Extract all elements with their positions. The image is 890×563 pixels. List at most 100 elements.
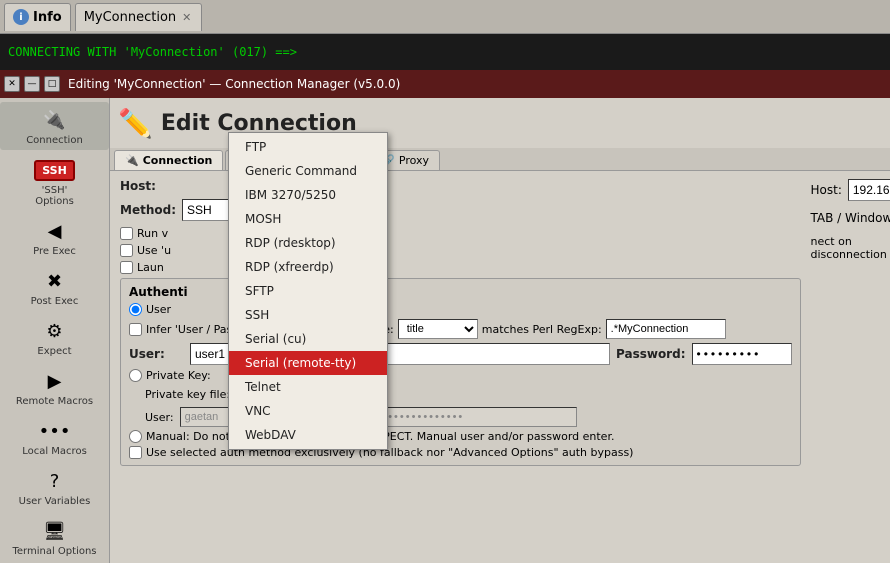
- tab-window-label: TAB / Window Title:: [811, 211, 890, 225]
- dropdown-item-rdp-xfreerdp[interactable]: RDP (xfreerdp): [229, 255, 387, 279]
- launch-checkbox[interactable]: [120, 261, 133, 274]
- ssh-icon: SSH: [41, 156, 69, 184]
- sidebar-item-user-variables[interactable]: ? User Variables: [0, 463, 109, 511]
- dropdown-item-vnc[interactable]: VNC: [229, 399, 387, 423]
- tab-info-label: Info: [33, 10, 62, 25]
- connection-tabs-row: 🔌 Connection Advanced Parameters 🔗 Proxy: [110, 148, 890, 171]
- dropdown-item-serial-cu[interactable]: Serial (cu): [229, 327, 387, 351]
- dropdown-item-rdp-rdesktop[interactable]: RDP (rdesktop): [229, 231, 387, 255]
- dropdown-item-telnet[interactable]: Telnet: [229, 375, 387, 399]
- remote-macros-icon: ▶: [41, 367, 69, 395]
- sidebar-item-post-exec[interactable]: ✖ Post Exec: [0, 263, 109, 311]
- user-label: User:: [129, 347, 184, 361]
- connection-tab-icon: 🔌: [125, 154, 139, 167]
- expect-icon: ⚙: [41, 317, 69, 345]
- pk-file-label: Private key file:: [145, 388, 230, 401]
- post-exec-icon: ✖: [41, 267, 69, 295]
- sidebar-item-pre-exec[interactable]: ◀ Pre Exec: [0, 213, 109, 261]
- window-titlebar: ✕ — □ Editing 'MyConnection' — Connectio…: [0, 70, 890, 98]
- method-row: Method:: [120, 199, 801, 221]
- window-min-btn[interactable]: —: [24, 76, 40, 92]
- dropdown-item-ftp[interactable]: FTP: [229, 135, 387, 159]
- tab-window-line: TAB / Window Title:: [811, 207, 890, 229]
- method-label: Method:: [120, 203, 176, 217]
- sidebar-item-local-macros[interactable]: ••• Local Macros: [0, 413, 109, 461]
- launch-label: Laun: [137, 261, 164, 274]
- launch-row: Laun: [120, 261, 801, 274]
- dropdown-item-ssh[interactable]: SSH: [229, 303, 387, 327]
- local-macros-icon: •••: [41, 417, 69, 445]
- pre-exec-icon: ◀: [41, 217, 69, 245]
- proxy-tab-label: Proxy: [399, 154, 429, 167]
- dropdown-item-webdav[interactable]: WebDAV: [229, 423, 387, 447]
- use-selected-checkbox[interactable]: [129, 446, 142, 459]
- host-label: Host:: [120, 179, 175, 193]
- radio-private-key[interactable]: [129, 369, 142, 382]
- sidebar-label-connection: Connection: [26, 135, 83, 146]
- use-label: Use 'u: [137, 244, 171, 257]
- sidebar-label-remote-macros: Remote Macros: [16, 396, 93, 407]
- run-v-row: Run v: [120, 227, 801, 240]
- right-panel: ✏️ Edit Connection 🔌 Connection Advanced…: [110, 98, 890, 563]
- terminal-text: CONNECTING WITH 'MyConnection' (017) ==>: [8, 45, 297, 59]
- tab-connection-label: MyConnection: [84, 10, 176, 25]
- method-dropdown: FTP Generic Command IBM 3270/5250 MOSH R…: [228, 132, 388, 450]
- tab-info[interactable]: i Info: [4, 3, 71, 31]
- sidebar-item-expect[interactable]: ⚙ Expect: [0, 313, 109, 361]
- window-close-btn[interactable]: ✕: [4, 76, 20, 92]
- infer-select[interactable]: title: [398, 319, 478, 339]
- dropdown-item-serial-remote-tty[interactable]: Serial (remote-tty): [229, 351, 387, 375]
- dropdown-item-generic-command[interactable]: Generic Command: [229, 159, 387, 183]
- terminal-area: CONNECTING WITH 'MyConnection' (017) ==>: [0, 34, 890, 70]
- sidebar-label-pre-exec: Pre Exec: [33, 246, 76, 257]
- radio-user[interactable]: [129, 303, 142, 316]
- host-tab-section: Host: TAB / Window Title: nect on discon…: [811, 179, 890, 261]
- password-input[interactable]: [692, 343, 792, 365]
- private-key-label: Private Key:: [146, 369, 211, 382]
- pk-user-label: User:: [145, 411, 174, 424]
- connection-icon: 🔌: [41, 106, 69, 134]
- tab-connection-tab[interactable]: 🔌 Connection: [114, 150, 223, 170]
- tab-bar: i Info MyConnection ✕: [0, 0, 890, 34]
- dropdown-item-mosh[interactable]: MOSH: [229, 207, 387, 231]
- use-label-row: Use 'u: [120, 244, 801, 257]
- use-checkbox[interactable]: [120, 244, 133, 257]
- sidebar-label-local-macros: Local Macros: [22, 446, 87, 457]
- sidebar-item-connection[interactable]: 🔌 Connection: [0, 102, 109, 150]
- sidebar-label-terminal-options: Terminal Options: [12, 546, 96, 557]
- conn-content: Host: Method: Run v Use 'u: [110, 171, 890, 563]
- sidebar-label-expect: Expect: [37, 346, 71, 357]
- edit-header: ✏️ Edit Connection: [110, 98, 890, 148]
- host-right-label: Host:: [811, 183, 842, 197]
- right-col: Host: TAB / Window Title: nect on discon…: [801, 179, 890, 466]
- tab-connection-close[interactable]: ✕: [180, 11, 193, 24]
- run-v-checkbox[interactable]: [120, 227, 133, 240]
- sidebar-label-user-variables: User Variables: [19, 496, 91, 507]
- left-col: Host: Method: Run v Use 'u: [120, 179, 801, 466]
- password-label: Password:: [616, 347, 686, 361]
- host-input[interactable]: [848, 179, 890, 201]
- pk-passphrase-input[interactable]: [377, 407, 577, 427]
- user-variables-icon: ?: [41, 467, 69, 495]
- sidebar-label-post-exec: Post Exec: [31, 296, 79, 307]
- infer-checkbox[interactable]: [129, 323, 142, 336]
- dropdown-item-ibm[interactable]: IBM 3270/5250: [229, 183, 387, 207]
- sidebar-item-ssh-options[interactable]: SSH 'SSH'Options: [0, 152, 109, 211]
- sidebar-label-ssh: 'SSH'Options: [35, 185, 74, 207]
- terminal-options-icon: 🖥: [41, 517, 69, 545]
- info-icon: i: [13, 9, 29, 25]
- matches-label: matches Perl RegExp:: [482, 323, 602, 336]
- edit-pencil-icon: ✏️: [118, 107, 153, 140]
- radio-manual[interactable]: [129, 430, 142, 443]
- dropdown-item-sftp[interactable]: SFTP: [229, 279, 387, 303]
- tab-connection[interactable]: MyConnection ✕: [75, 3, 203, 31]
- matches-input[interactable]: [606, 319, 726, 339]
- connection-tab-label: Connection: [143, 154, 213, 167]
- radio-user-label: User: [146, 303, 171, 316]
- ssh-badge: SSH: [34, 160, 75, 181]
- sidebar-item-terminal-options[interactable]: 🖥 Terminal Options: [0, 513, 109, 561]
- reconnect-line: nect on disconnection Wait millisecs for…: [811, 235, 890, 261]
- reconnect-label: nect on disconnection: [811, 235, 890, 261]
- window-max-btn[interactable]: □: [44, 76, 60, 92]
- sidebar-item-remote-macros[interactable]: ▶ Remote Macros: [0, 363, 109, 411]
